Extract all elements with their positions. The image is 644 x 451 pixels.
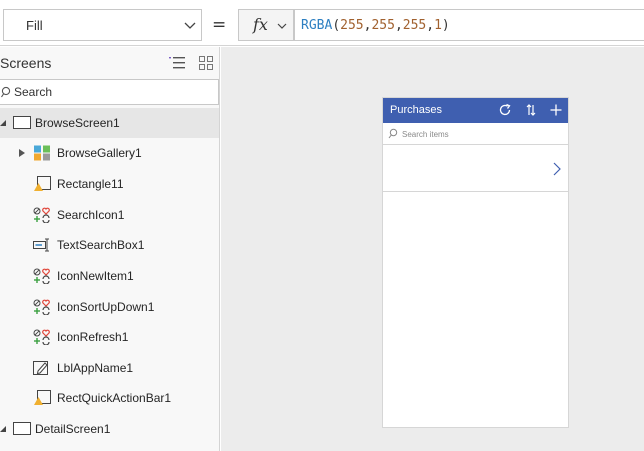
tree-item-label: Rectangle11: [57, 177, 124, 191]
chevron-down-icon: [277, 23, 287, 29]
shape-icon: [34, 176, 51, 191]
tree-view-panel: Screens BrowseScreen1 BrowseGallery1 Rec…: [0, 47, 220, 451]
shape-icon: [34, 390, 51, 405]
design-canvas: Purchases: [221, 47, 644, 451]
equals-sign: =: [212, 15, 227, 35]
gallery-icon: [34, 145, 50, 161]
tree-item-detailscreen1[interactable]: DetailScreen1: [0, 414, 219, 444]
tree-item-rectquickactionbar1[interactable]: RectQuickActionBar1: [0, 383, 219, 413]
search-icon: [1, 86, 11, 98]
tree-item-lblappname1[interactable]: LblAppName1: [0, 353, 219, 383]
gallery-item[interactable]: [383, 146, 568, 192]
formula-bar: Fill = fx RGBA(255,255,255,1): [0, 0, 644, 46]
tree-item-iconsortupdown1[interactable]: IconSortUpDown1: [0, 292, 219, 322]
screen-icon: [13, 116, 31, 129]
tree-item-iconnewitem1[interactable]: IconNewItem1: [0, 261, 219, 291]
icon-control-icon: [33, 299, 50, 315]
app-search-input[interactable]: [402, 127, 562, 141]
app-search-bar[interactable]: [383, 123, 568, 145]
tree-search-input[interactable]: [14, 84, 209, 100]
search-icon: [388, 128, 398, 139]
fx-icon: fx: [253, 15, 268, 34]
text-input-icon: [33, 238, 49, 252]
sort-up-down-icon[interactable]: [524, 103, 538, 117]
tree-item-label: SearchIcon1: [57, 208, 125, 222]
panel-title: Screens: [0, 55, 52, 71]
tree-item-label: IconRefresh1: [57, 330, 129, 344]
tree-item-label: DetailScreen1: [35, 422, 111, 436]
tree-search-box[interactable]: [0, 79, 219, 105]
add-icon[interactable]: [549, 103, 563, 117]
refresh-icon[interactable]: [498, 103, 512, 117]
icon-control-icon: [33, 268, 50, 284]
app-screen-preview[interactable]: Purchases: [382, 97, 569, 428]
tree-list-view-icon[interactable]: [168, 55, 186, 71]
tree-item-rectangle11[interactable]: Rectangle11: [0, 169, 219, 199]
thumbnail-view-icon[interactable]: [198, 55, 214, 71]
icon-control-icon: [33, 207, 50, 223]
formula-text: RGBA(255,255,255,1): [301, 18, 450, 33]
expand-arrow-icon[interactable]: [18, 149, 26, 157]
tree-item-label: BrowseScreen1: [35, 116, 120, 130]
chevron-down-icon: [184, 22, 196, 29]
tree-item-searchicon1[interactable]: SearchIcon1: [0, 200, 219, 230]
tree-item-label: IconNewItem1: [57, 269, 134, 283]
tree-item-label: TextSearchBox1: [57, 238, 145, 252]
function-button[interactable]: fx: [238, 9, 294, 41]
tree-item-iconrefresh1[interactable]: IconRefresh1: [0, 322, 219, 352]
tree-item-label: LblAppName1: [57, 361, 134, 375]
formula-input[interactable]: RGBA(255,255,255,1): [294, 9, 644, 41]
collapse-arrow-icon[interactable]: [0, 425, 8, 433]
chevron-right-icon[interactable]: [552, 161, 562, 177]
collapse-arrow-icon[interactable]: [0, 119, 8, 127]
app-header-bar: Purchases: [383, 98, 568, 123]
tree-item-label: RectQuickActionBar1: [57, 391, 172, 405]
app-title: Purchases: [390, 104, 442, 116]
tree-item-browsegallery1[interactable]: BrowseGallery1: [0, 138, 219, 168]
property-value: Fill: [26, 18, 43, 33]
screen-icon: [13, 422, 31, 435]
label-icon: [33, 361, 48, 375]
tree-item-label: BrowseGallery1: [57, 146, 142, 160]
tree-item-textsearchbox1[interactable]: TextSearchBox1: [0, 230, 219, 260]
tree-item-label: IconSortUpDown1: [57, 300, 155, 314]
icon-control-icon: [33, 329, 50, 345]
tree-item-browsescreen1[interactable]: BrowseScreen1: [0, 108, 219, 138]
property-dropdown[interactable]: Fill: [3, 9, 202, 41]
